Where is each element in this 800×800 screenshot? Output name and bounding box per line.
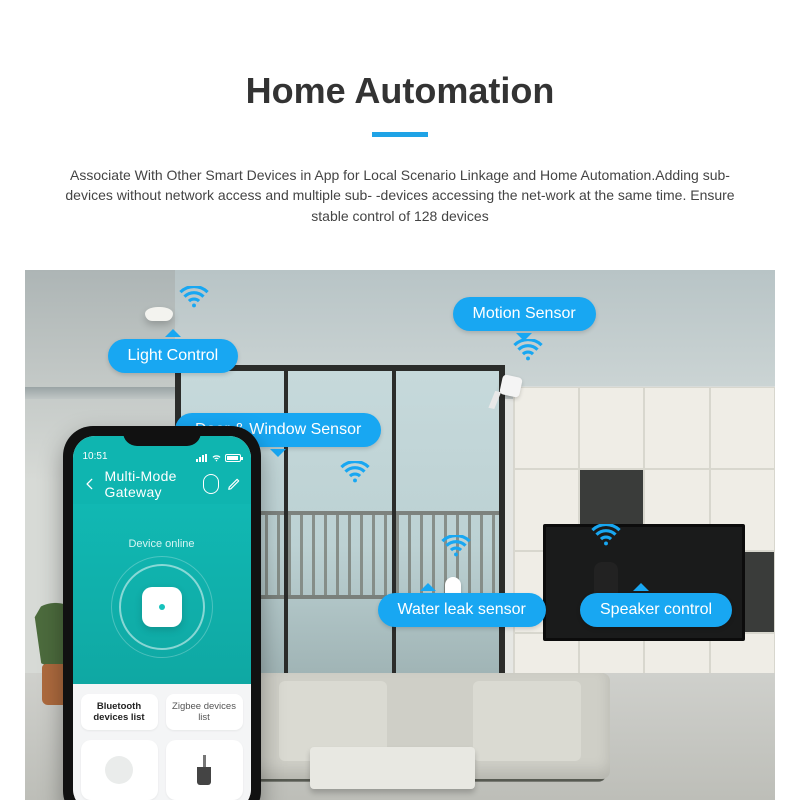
app-header: Multi-Mode Gateway [73, 464, 251, 504]
page-title: Home Automation [0, 0, 800, 112]
wifi-icon [340, 461, 370, 483]
app-screen-title: Multi-Mode Gateway [105, 468, 195, 500]
tab-zigbee[interactable]: Zigbee devices list [166, 694, 243, 730]
wifi-status-icon [211, 453, 222, 462]
wifi-icon [441, 535, 471, 557]
power-button[interactable] [119, 564, 205, 650]
edit-icon[interactable] [227, 477, 241, 491]
wifi-icon [179, 286, 209, 308]
app-body: Bluetooth devices list Zigbee devices li… [73, 684, 251, 800]
device-thumb-icon [197, 755, 211, 785]
gateway-tile-icon [142, 587, 182, 627]
title-underline [372, 132, 428, 137]
page-description: Associate With Other Smart Devices in Ap… [60, 165, 740, 226]
wifi-icon [591, 524, 621, 546]
tab-bluetooth[interactable]: Bluetooth devices list [81, 694, 158, 730]
status-indicators [196, 453, 241, 462]
battery-icon [225, 454, 241, 462]
device-status-text: Device online [128, 538, 194, 550]
label-water-leak-sensor: Water leak sensor [378, 593, 546, 627]
device-cards-row [81, 740, 243, 800]
device-list-tabs: Bluetooth devices list Zigbee devices li… [81, 694, 243, 730]
device-card[interactable] [166, 740, 243, 800]
phone-mockup: 10:51 Multi-Mode Gateway Device online [63, 426, 261, 800]
ceiling-light-device [145, 307, 173, 321]
device-card[interactable] [81, 740, 158, 800]
wifi-icon [513, 339, 543, 361]
coffee-table [310, 747, 475, 789]
label-speaker-control: Speaker control [580, 593, 732, 627]
signal-icon [196, 454, 208, 462]
phone-screen: 10:51 Multi-Mode Gateway Device online [73, 436, 251, 800]
device-thumb-icon [105, 756, 133, 784]
phone-notch [123, 426, 201, 446]
app-hero: Device online [73, 504, 251, 684]
scene-image: Motion Sensor Light Control Door & Windo… [25, 270, 775, 800]
status-time: 10:51 [83, 451, 108, 462]
back-icon[interactable] [83, 477, 97, 491]
label-light-control: Light Control [108, 339, 239, 373]
device-shape-icon[interactable] [203, 474, 219, 494]
label-motion-sensor: Motion Sensor [453, 297, 596, 331]
